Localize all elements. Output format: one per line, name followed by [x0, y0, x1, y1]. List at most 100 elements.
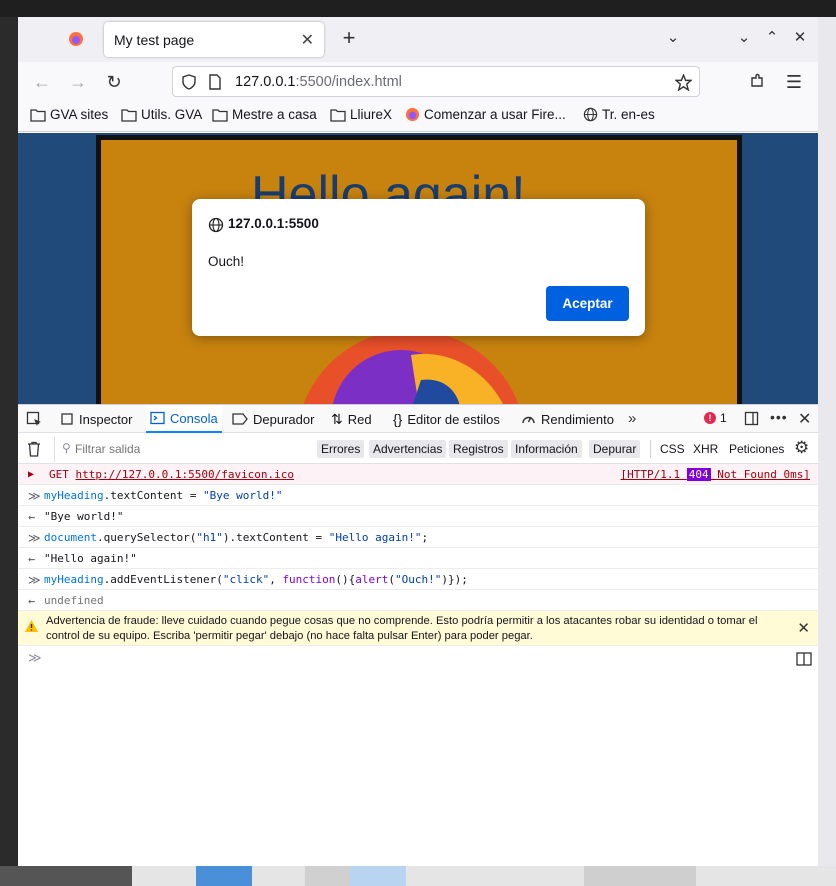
menu-icon[interactable]: ☰ [781, 69, 807, 95]
debugger-icon [232, 413, 248, 425]
taskbar-terminal-icon[interactable] [420, 866, 476, 886]
more-tools-icon[interactable]: » [628, 410, 636, 427]
error-status[interactable]: [HTTP/1.1 404 Not Found 0ms] [621, 468, 810, 481]
taskbar-firefox-icon[interactable] [350, 866, 406, 886]
input-chevron-icon: ≫ [28, 573, 41, 587]
close-tab-icon[interactable]: ✕ [301, 30, 314, 50]
firefox-logo-image [303, 330, 519, 404]
globe-icon [208, 217, 224, 233]
divider [54, 436, 55, 462]
tab-red[interactable]: ⇅ Red [331, 405, 372, 433]
braces-icon: {} [393, 411, 403, 427]
accept-button[interactable]: Aceptar [546, 286, 629, 321]
filter-icon: ⚲ [62, 441, 71, 455]
url-bar[interactable]: 127.0.0.1:5500/index.html [172, 66, 700, 97]
dialog-message: Ouch! [208, 254, 245, 269]
console-input-row[interactable]: ≫ document.querySelector("h1").textConte… [18, 527, 818, 548]
trash-icon[interactable] [27, 441, 41, 457]
console-input-row[interactable]: ≫ myHeading.addEventListener("click", fu… [18, 569, 818, 590]
console-icon [150, 411, 165, 425]
error-count-badge[interactable]: ! 1 [704, 411, 727, 425]
minimize-icon[interactable]: ⌄ [732, 26, 756, 50]
shield-icon[interactable] [181, 74, 197, 90]
pinned-tab[interactable] [62, 25, 90, 53]
alert-dialog: 127.0.0.1:5500 Ouch! Aceptar [192, 199, 645, 336]
tab-consola[interactable]: Consola [146, 405, 222, 433]
firefox-window: My test page ✕ + ⌄ ⌄ ⌃ ✕ ← → ↻ 127.0.0.1… [18, 17, 818, 866]
error-url-link[interactable]: http://127.0.0.1:5500/favicon.ico [76, 468, 295, 481]
options-icon[interactable]: ••• [770, 409, 788, 425]
pick-element-icon[interactable] [26, 411, 42, 427]
fraud-warning: Advertencia de fraude: lleve cuidado cua… [18, 611, 818, 646]
tab-depurador[interactable]: Depurador [232, 405, 314, 433]
list-all-tabs-icon[interactable]: ⌄ [661, 26, 685, 50]
taskbar-app-icon[interactable] [480, 866, 536, 886]
divider [650, 440, 651, 458]
tab-my-test-page[interactable]: My test page ✕ [104, 22, 324, 57]
extensions-icon[interactable] [749, 73, 765, 89]
folder-icon [30, 108, 46, 122]
dock-side-icon[interactable] [744, 411, 759, 426]
taskbar-app-icon[interactable] [252, 866, 308, 886]
page-icon[interactable] [207, 74, 223, 90]
firefox-icon [405, 107, 420, 122]
filter-registros[interactable]: Registros [449, 440, 508, 458]
bookmark-tr-en-es[interactable]: Tr. en-es [583, 107, 655, 122]
maximize-icon[interactable]: ⌃ [760, 26, 784, 50]
forward-icon[interactable]: → [65, 69, 91, 95]
new-tab-button[interactable]: + [337, 26, 361, 50]
bookmark-utils-gva[interactable]: Utils. GVA [121, 107, 202, 122]
warning-icon [25, 620, 38, 632]
tab-editor-de-estilos[interactable]: {} Editor de estilos [393, 405, 500, 433]
console-output-row[interactable]: ← undefined [18, 590, 818, 611]
console-input-row[interactable]: ≫ myHeading.textContent = "Bye world!" [18, 485, 818, 506]
console-output-row[interactable]: ← "Hello again!" [18, 548, 818, 569]
filter-output-input[interactable] [75, 440, 305, 458]
filter-peticiones[interactable]: Peticiones [729, 440, 784, 458]
dismiss-warning-icon[interactable]: ✕ [797, 619, 810, 637]
tab-rendimiento[interactable]: Rendimiento [521, 405, 614, 433]
devtools-toolbar: Inspector Consola Depurador ⇅ Red {} Edi… [18, 405, 818, 433]
url-text: 127.0.0.1:5500/index.html [235, 74, 402, 90]
folder-icon [330, 108, 346, 122]
tab-inspector[interactable]: Inspector [60, 405, 132, 433]
prompt-chevron-icon: ≫ [28, 650, 42, 665]
console-filter-bar: ⚲ Errores Advertencias Registros Informa… [18, 434, 818, 464]
filter-informacion[interactable]: Información [511, 440, 582, 458]
bookmarks-toolbar: GVA sites Utils. GVA Mestre a casa Lliur… [18, 100, 818, 132]
reload-icon[interactable]: ↻ [101, 69, 127, 95]
taskbar-chrome-icon[interactable] [584, 866, 640, 886]
back-icon[interactable]: ← [29, 69, 55, 95]
result-arrow-icon: ← [28, 594, 36, 608]
firefox-icon [69, 32, 83, 46]
result-arrow-icon: ← [28, 552, 36, 566]
close-window-icon[interactable]: ✕ [788, 26, 812, 50]
console-settings-icon[interactable]: ⚙ [794, 438, 809, 458]
console-output-row[interactable]: ← "Bye world!" [18, 506, 818, 527]
filter-errores[interactable]: Errores [317, 440, 365, 458]
expand-arrow-icon[interactable]: ▶ [28, 469, 34, 480]
filter-xhr[interactable]: XHR [693, 440, 718, 458]
bookmark-lliurex[interactable]: LliureX [330, 107, 392, 122]
bookmark-comenzar-firefox[interactable]: Comenzar a usar Fire... [405, 107, 566, 122]
bookmark-gva-sites[interactable]: GVA sites [30, 107, 108, 122]
console-error-row[interactable]: ▶ GET http://127.0.0.1:5500/favicon.ico … [18, 464, 818, 485]
inspector-icon [61, 413, 73, 425]
devtools-panel: Inspector Consola Depurador ⇅ Red {} Edi… [18, 404, 818, 866]
bookmark-mestre-a-casa[interactable]: Mestre a casa [212, 107, 317, 122]
error-icon: ! [704, 412, 716, 424]
taskbar-app-icon[interactable] [140, 866, 196, 886]
bookmark-star-icon[interactable] [675, 74, 692, 91]
filter-depurar[interactable]: Depurar [589, 440, 641, 458]
network-icon: ⇅ [331, 410, 343, 427]
input-chevron-icon: ≫ [28, 531, 41, 545]
console-prompt[interactable]: ≫ [18, 646, 818, 670]
filter-css[interactable]: CSS [660, 440, 685, 458]
editor-mode-icon[interactable] [796, 652, 812, 666]
taskbar-vscode-icon[interactable] [640, 866, 696, 886]
folder-icon [121, 108, 137, 122]
navigation-bar: ← → ↻ 127.0.0.1:5500/index.html ☰ [18, 62, 818, 100]
filter-advertencias[interactable]: Advertencias [369, 440, 447, 458]
close-devtools-icon[interactable]: ✕ [798, 409, 811, 429]
taskbar-files-icon[interactable] [196, 866, 252, 886]
